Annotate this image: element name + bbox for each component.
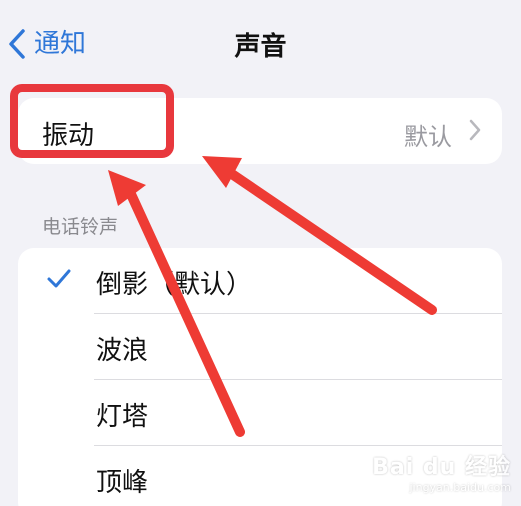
vibration-row[interactable]: 振动 默认 <box>18 98 502 164</box>
page-title: 声音 <box>234 32 287 62</box>
ringtone-item[interactable]: 灯塔 <box>18 380 502 446</box>
vibration-label: 振动 <box>42 121 95 151</box>
checkmark-icon <box>46 268 72 294</box>
ringtone-label: 波浪 <box>96 336 149 366</box>
ringtone-item[interactable]: 倒影（默认） <box>18 248 502 314</box>
settings-sound-screen: 通知 声音 振动 默认 电话铃声 倒影（默认） 波浪 灯塔 顶峰 Bai du … <box>0 0 521 506</box>
ringtone-label: 顶峰 <box>96 468 149 498</box>
ringtone-label: 灯塔 <box>96 402 149 432</box>
vibration-card: 振动 默认 <box>18 98 502 164</box>
ringtone-item[interactable]: 波浪 <box>18 314 502 380</box>
vibration-value: 默认 <box>404 123 452 151</box>
ringtone-item[interactable]: 顶峰 <box>18 446 502 506</box>
ringtone-label: 倒影（默认） <box>96 270 253 300</box>
ringtone-list: 倒影（默认） 波浪 灯塔 顶峰 <box>18 248 502 506</box>
chevron-right-icon <box>468 118 482 146</box>
ringtone-section-header: 电话铃声 <box>42 216 119 238</box>
